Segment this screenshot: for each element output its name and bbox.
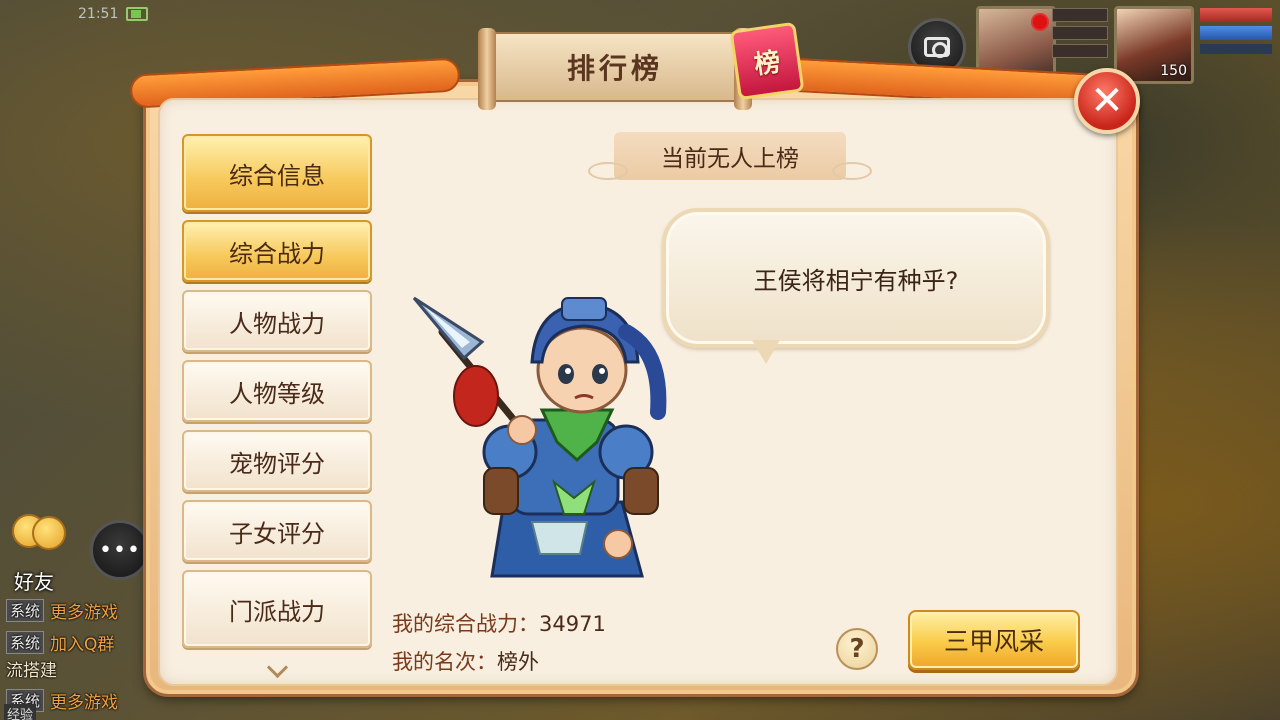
tab-character-level[interactable]: 人物等级 [182,360,372,422]
tab-pet-score[interactable]: 宠物评分 [182,430,372,492]
chat-button[interactable]: ••• [90,520,150,580]
help-button[interactable]: ? [836,628,878,670]
hero-hp-bar [1200,8,1272,22]
hero-exp-bar [1200,44,1272,54]
pet-exp-bar [1052,44,1108,58]
chat-line[interactable]: 流搭建 [6,656,57,681]
rank-seal-icon: 榜 [729,21,805,101]
ranking-status-banner: 当前无人上榜 [588,132,872,180]
tab-overall-info[interactable]: 综合信息 [182,134,372,212]
chevron-down-icon[interactable] [262,660,292,680]
notification-dot [1031,13,1049,31]
pet-status-bars [1052,8,1108,62]
my-overall-power: 我的综合战力：34971 [392,608,606,638]
my-rank: 我的名次：榜外 [392,646,539,676]
top-three-showcase-button[interactable]: 三甲风采 [908,610,1080,670]
camera-icon [924,37,950,58]
hero-portrait[interactable]: 150 [1114,6,1194,84]
hero-level: 150 [1160,63,1187,79]
chat-icon: ••• [99,537,141,563]
tab-label: 人物战力 [229,309,325,338]
top-three-showcase-label: 三甲风采 [943,627,1044,656]
tab-sect-power[interactable]: 门派战力 [182,570,372,648]
hero-mp-bar [1200,26,1272,40]
ranking-status-text: 当前无人上榜 [661,146,799,172]
title-scroll: 排行榜 [478,28,752,110]
chat-line[interactable]: 系统 加入Q群 [6,630,114,655]
speech-text: 王侯将相宁有种乎? [753,266,959,295]
pet-mp-bar [1052,26,1108,40]
tab-label: 宠物评分 [229,449,325,478]
pet-hp-bar [1052,8,1108,22]
speech-bubble-tail [752,340,780,364]
chat-message: 加入Q群 [50,635,115,655]
close-button[interactable]: ✕ [1074,68,1140,134]
friends-label: 好友 [14,570,54,594]
friend-head-icon [32,516,66,550]
warrior-character-illustration [412,296,667,578]
help-icon: ? [849,634,865,664]
tab-label: 综合信息 [229,161,325,190]
chat-message: 流搭建 [6,661,57,681]
my-rank-value: 榜外 [497,650,539,674]
chat-line[interactable]: 系统 更多游戏 [6,598,118,623]
tab-label: 子女评分 [229,519,325,548]
my-power-value: 34971 [539,612,606,636]
hero-status-bars [1200,8,1272,54]
battery-icon [126,7,149,21]
chat-message: 更多游戏 [50,603,119,623]
my-rank-label: 我的名次： [392,650,497,674]
tab-overall-power[interactable]: 综合战力 [182,220,372,282]
my-power-label: 我的综合战力： [392,612,539,636]
chat-channel-tag: 系统 [6,599,45,622]
chat-message: 更多游戏 [50,693,119,713]
exp-label: 经验 [4,704,37,720]
tab-label: 综合战力 [229,239,325,268]
device-status-bar: 21:51 [78,6,149,22]
tab-label: 门派战力 [229,597,325,626]
tab-children-score[interactable]: 子女评分 [182,500,372,562]
rank-seal-char: 榜 [752,46,783,81]
clock: 21:51 [78,6,119,22]
friends-icon[interactable] [8,512,70,570]
chat-channel-tag: 系统 [6,631,45,654]
ranking-category-sidebar: 综合信息 综合战力 人物战力 人物等级 宠物评分 子女评分 门派战力 [182,132,374,682]
panel-title: 排行榜 [566,52,663,85]
close-icon: ✕ [1090,78,1124,124]
tab-label: 人物等级 [229,379,325,408]
speech-bubble: 王侯将相宁有种乎? [662,208,1050,348]
tab-character-power[interactable]: 人物战力 [182,290,372,352]
